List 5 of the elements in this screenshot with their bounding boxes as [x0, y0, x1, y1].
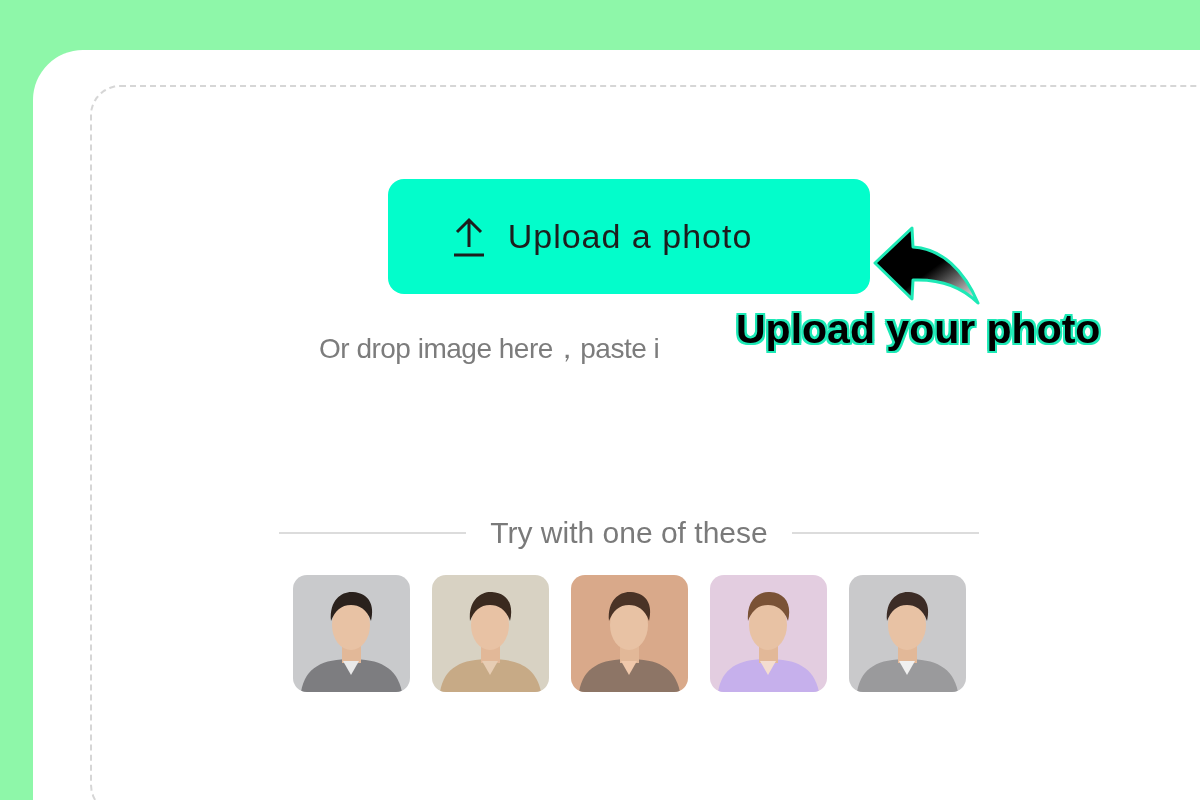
- callout-text: Upload your photo: [736, 307, 1101, 353]
- upload-button[interactable]: Upload a photo: [388, 179, 870, 294]
- samples-heading: Try with one of these: [490, 515, 768, 551]
- drop-hint: Or drop image here，paste i: [319, 332, 660, 366]
- upload-icon: [451, 216, 486, 257]
